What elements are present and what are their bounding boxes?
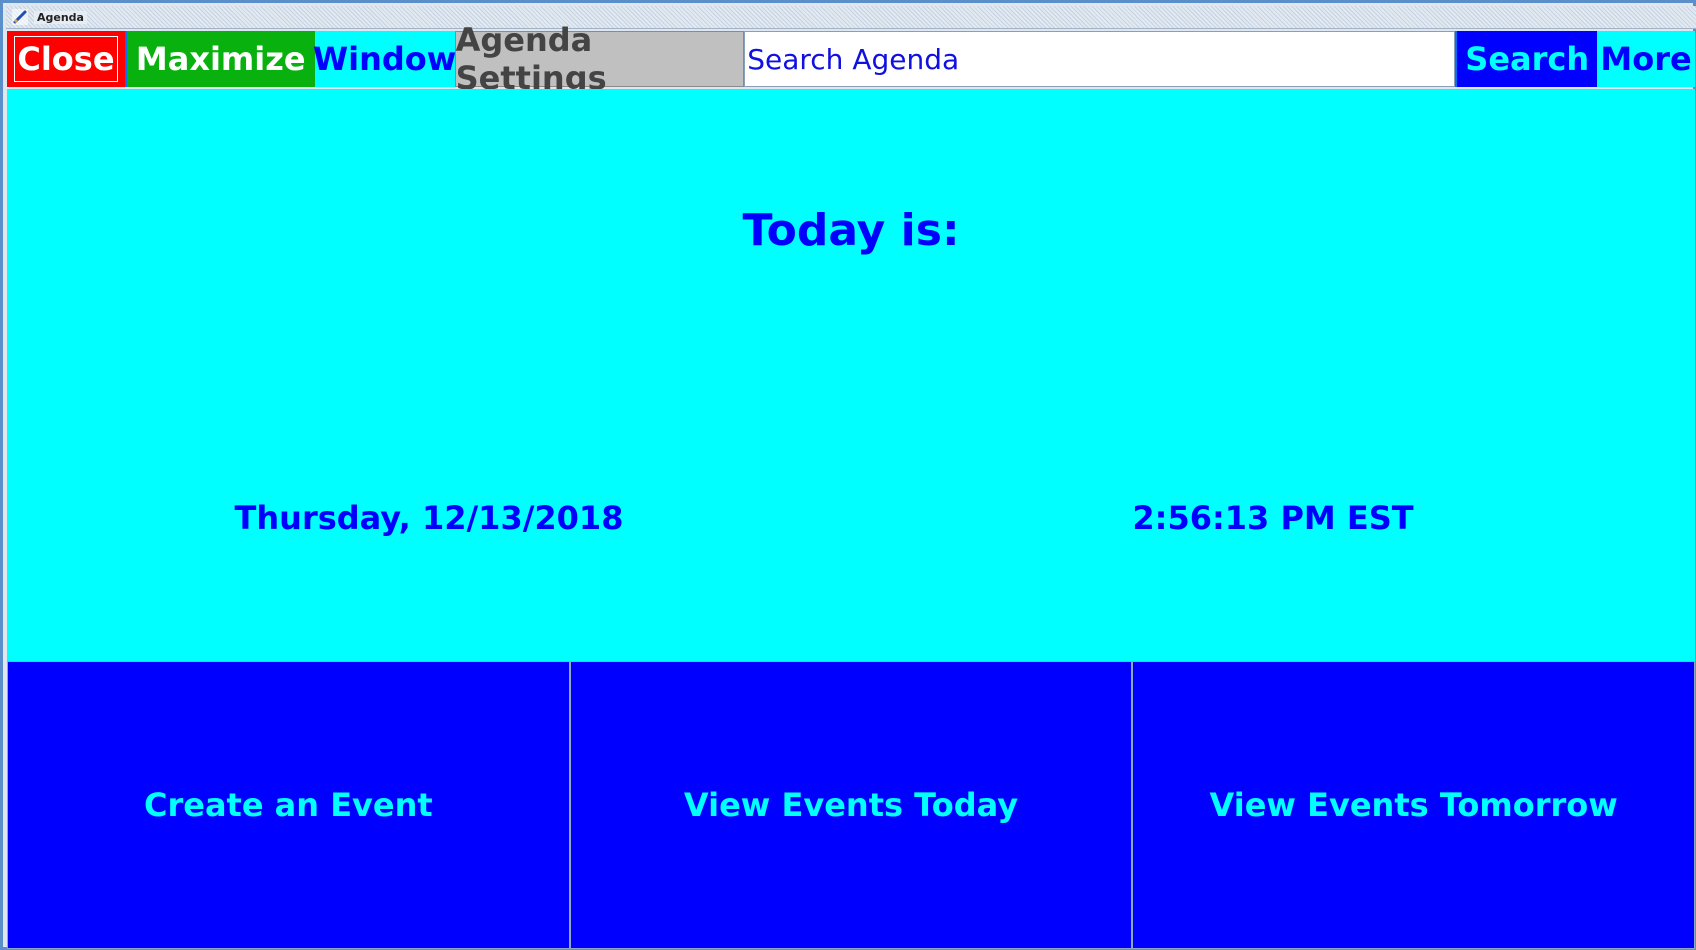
search-input[interactable] — [744, 31, 1456, 87]
close-button-label: Close — [14, 36, 118, 82]
current-time: 2:56:13 PM EST — [1132, 499, 1414, 537]
today-panel: Today is: Thursday, 12/13/2018 2:56:13 P… — [7, 89, 1695, 661]
maximize-button[interactable]: Maximize — [126, 31, 315, 87]
window-title: Agenda — [34, 10, 87, 24]
title-bar[interactable]: Agenda — [6, 6, 1696, 29]
action-bar: Create an Event View Events Today View E… — [7, 661, 1696, 949]
more-menu[interactable]: More — [1597, 31, 1695, 87]
today-heading: Today is: — [742, 205, 960, 256]
search-button[interactable]: Search — [1457, 31, 1598, 87]
create-event-button[interactable]: Create an Event — [7, 661, 570, 949]
pencil-icon — [12, 9, 28, 25]
close-button[interactable]: Close — [7, 31, 125, 87]
window-menu[interactable]: Window — [313, 31, 456, 87]
current-date: Thursday, 12/13/2018 — [234, 499, 624, 537]
view-events-today-button[interactable]: View Events Today — [569, 661, 1133, 949]
agenda-settings-button[interactable]: Agenda Settings — [454, 21, 745, 97]
toolbar: Close Maximize Window Agenda Settings Se… — [7, 21, 1695, 97]
app-window: Agenda Close Maximize Window Agenda Sett… — [0, 0, 1696, 950]
view-events-tomorrow-button[interactable]: View Events Tomorrow — [1132, 661, 1696, 949]
